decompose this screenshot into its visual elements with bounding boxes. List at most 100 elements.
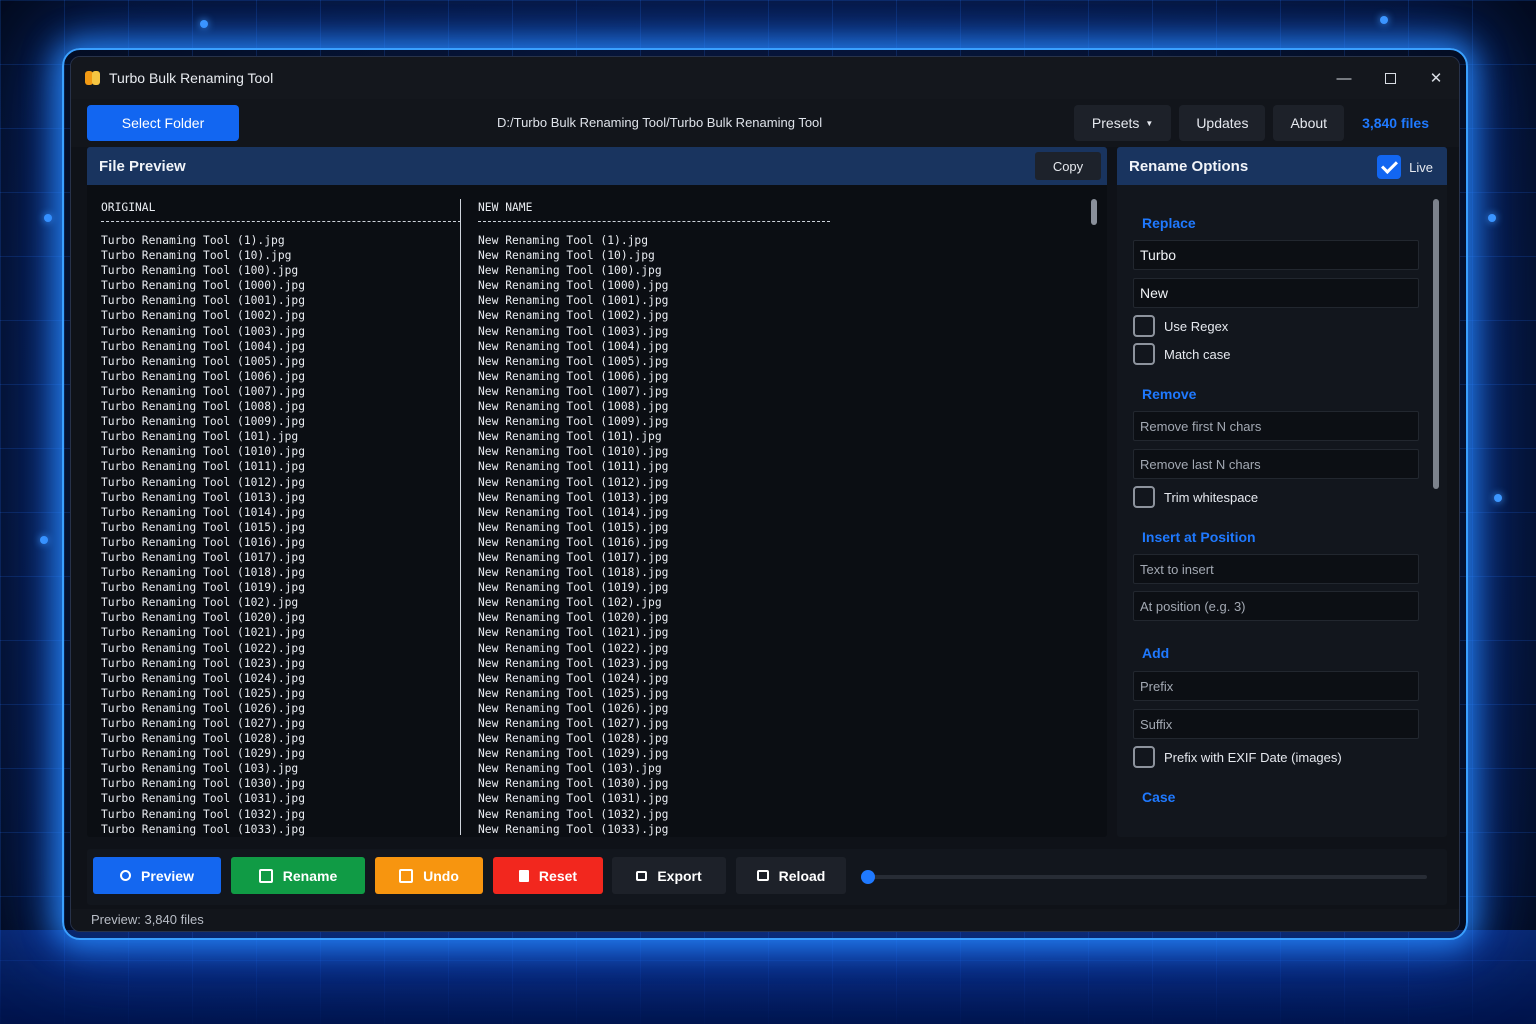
- title-bar: Turbo Bulk Renaming Tool — ✕: [71, 57, 1459, 99]
- add-section-title: Add: [1142, 645, 1170, 661]
- trim-whitespace-option[interactable]: Trim whitespace: [1133, 483, 1419, 511]
- exif-date-checkbox[interactable]: [1133, 746, 1155, 768]
- select-folder-button[interactable]: Select Folder: [87, 105, 239, 141]
- new-filename-row: New Renaming Tool (1006).jpg: [478, 369, 669, 383]
- rename-options-header: Rename Options Live: [1117, 147, 1447, 185]
- preview-listing: ORIGINAL Turbo Renaming Tool (1).jpg Turb…: [101, 199, 1081, 836]
- preview-button[interactable]: Preview: [93, 857, 221, 894]
- original-filename-row: Turbo Renaming Tool (1025).jpg: [101, 686, 306, 700]
- file-preview-title: File Preview: [99, 157, 186, 175]
- status-text: Preview: 3,840 files: [91, 912, 204, 927]
- new-name-header: NEW NAME: [478, 201, 533, 214]
- new-filename-row: New Renaming Tool (100).jpg: [478, 264, 662, 278]
- new-filename-row: New Renaming Tool (101).jpg: [478, 430, 662, 444]
- new-filename-row: New Renaming Tool (103).jpg: [478, 762, 662, 776]
- presets-dropdown[interactable]: Presets ▼: [1073, 105, 1172, 141]
- new-filename-row: New Renaming Tool (1011).jpg: [478, 460, 669, 474]
- minimize-icon: —: [1336, 69, 1352, 87]
- original-filename-row: Turbo Renaming Tool (1010).jpg: [101, 445, 306, 459]
- rename-options-panel: Rename Options Live Replace Use Regex Ma…: [1117, 147, 1447, 837]
- about-button[interactable]: About: [1273, 105, 1345, 141]
- replace-input[interactable]: [1133, 278, 1419, 308]
- new-filename-row: New Renaming Tool (1033).jpg: [478, 822, 669, 836]
- use-regex-checkbox[interactable]: [1133, 315, 1155, 337]
- header-separator: [478, 221, 830, 233]
- undo-button-label: Undo: [423, 867, 459, 884]
- progress-knob[interactable]: [861, 870, 875, 884]
- decor-dot: [44, 214, 52, 222]
- original-filename-row: Turbo Renaming Tool (1018).jpg: [101, 566, 306, 580]
- suffix-input[interactable]: [1133, 709, 1419, 739]
- original-filename-row: Turbo Renaming Tool (1006).jpg: [101, 369, 306, 383]
- new-filename-row: New Renaming Tool (1019).jpg: [478, 581, 669, 595]
- new-filename-row: New Renaming Tool (1025).jpg: [478, 686, 669, 700]
- match-case-checkbox[interactable]: [1133, 343, 1155, 365]
- new-filename-row: New Renaming Tool (1017).jpg: [478, 550, 669, 564]
- maximize-button[interactable]: [1367, 57, 1413, 99]
- status-bar: Preview: 3,840 files: [71, 909, 1459, 931]
- original-filename-row: Turbo Renaming Tool (1021).jpg: [101, 626, 306, 640]
- search-icon: [120, 870, 132, 881]
- live-checkbox[interactable]: [1377, 155, 1402, 179]
- rename-button-label: Rename: [282, 867, 338, 884]
- decor-dot: [40, 536, 48, 544]
- preview-button-label: Preview: [141, 867, 194, 884]
- new-filename-row: New Renaming Tool (1004).jpg: [478, 339, 669, 353]
- updates-button[interactable]: Updates: [1179, 105, 1266, 141]
- close-button[interactable]: ✕: [1413, 57, 1459, 99]
- preview-scrollbar[interactable]: [1091, 199, 1097, 225]
- new-filename-row: New Renaming Tool (1026).jpg: [478, 701, 669, 715]
- copy-button[interactable]: Copy: [1035, 152, 1101, 180]
- original-filename-row: Turbo Renaming Tool (1000).jpg: [101, 279, 306, 293]
- original-filename-row: Turbo Renaming Tool (1012).jpg: [101, 475, 306, 489]
- exif-date-option[interactable]: Prefix with EXIF Date (images): [1133, 743, 1419, 771]
- find-input[interactable]: [1133, 240, 1419, 270]
- trash-icon: [518, 869, 529, 882]
- original-filename-row: Turbo Renaming Tool (1028).jpg: [101, 732, 306, 746]
- new-filename-row: New Renaming Tool (1021).jpg: [478, 626, 669, 640]
- export-button[interactable]: Export: [612, 857, 726, 894]
- reset-button[interactable]: Reset: [493, 857, 603, 894]
- progress-track: [865, 875, 1427, 879]
- original-filename-row: Turbo Renaming Tool (1011).jpg: [101, 460, 306, 474]
- header-separator: [101, 221, 461, 233]
- prefix-input[interactable]: [1133, 671, 1419, 701]
- use-regex-option[interactable]: Use Regex: [1133, 312, 1419, 340]
- undo-button[interactable]: Undo: [375, 857, 483, 894]
- insert-position-input[interactable]: [1133, 591, 1419, 621]
- original-filename-row: Turbo Renaming Tool (1014).jpg: [101, 505, 306, 519]
- minimize-button[interactable]: —: [1321, 57, 1367, 99]
- original-filename-row: Turbo Renaming Tool (1027).jpg: [101, 717, 306, 730]
- rename-button[interactable]: Rename: [231, 857, 365, 894]
- background-floor: [0, 930, 1536, 1024]
- reload-button[interactable]: Reload: [736, 857, 846, 894]
- case-section-title: Case: [1142, 789, 1176, 805]
- live-label: Live: [1409, 159, 1433, 175]
- trim-whitespace-checkbox[interactable]: [1133, 486, 1155, 508]
- new-filename-row: New Renaming Tool (1000).jpg: [478, 279, 669, 293]
- new-filename-row: New Renaming Tool (1018).jpg: [478, 566, 669, 580]
- column-divider: [460, 199, 461, 835]
- new-filename-row: New Renaming Tool (1003).jpg: [478, 324, 669, 338]
- new-filename-row: New Renaming Tool (1016).jpg: [478, 535, 669, 549]
- original-filename-row: Turbo Renaming Tool (1009).jpg: [101, 415, 306, 429]
- new-filename-row: New Renaming Tool (10).jpg: [478, 249, 655, 263]
- original-filename-row: Turbo Renaming Tool (1023).jpg: [101, 656, 306, 670]
- app-window: Turbo Bulk Renaming Tool — ✕ Select Fold…: [70, 56, 1460, 932]
- export-button-label: Export: [657, 867, 702, 884]
- options-scrollbar[interactable]: [1433, 199, 1439, 489]
- remove-last-n-input[interactable]: [1133, 449, 1419, 479]
- remove-first-n-input[interactable]: [1133, 411, 1419, 441]
- new-filename-row: New Renaming Tool (1007).jpg: [478, 384, 669, 398]
- original-column: ORIGINAL Turbo Renaming Tool (1).jpg Turb…: [101, 201, 461, 837]
- original-filename-row: Turbo Renaming Tool (10).jpg: [101, 249, 292, 263]
- original-filename-row: Turbo Renaming Tool (1015).jpg: [101, 520, 306, 534]
- original-filename-row: Turbo Renaming Tool (1031).jpg: [101, 792, 306, 806]
- match-case-option[interactable]: Match case: [1133, 340, 1419, 368]
- options-form: Replace Use Regex Match case Remove Trim…: [1133, 197, 1419, 809]
- insert-text-input[interactable]: [1133, 554, 1419, 584]
- original-filename-row: Turbo Renaming Tool (1030).jpg: [101, 777, 306, 791]
- new-name-column: NEW NAME New Renaming Tool (1).jpg New Re…: [478, 201, 838, 837]
- new-filename-row: New Renaming Tool (1032).jpg: [478, 807, 669, 821]
- close-icon: ✕: [1429, 70, 1443, 87]
